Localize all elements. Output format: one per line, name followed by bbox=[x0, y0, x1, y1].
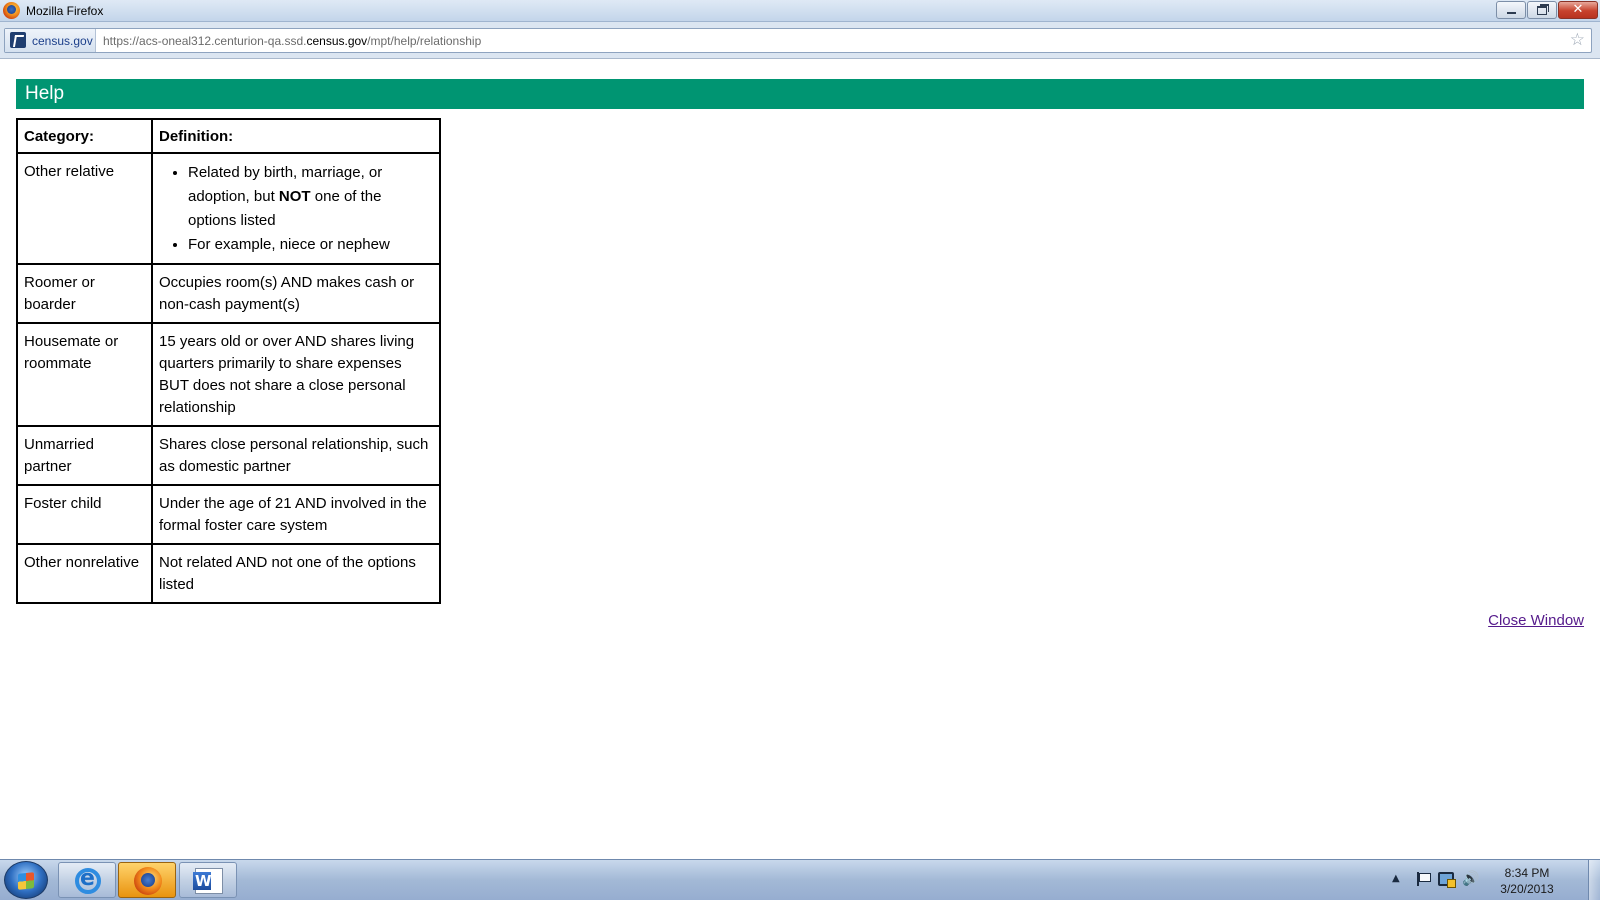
url-prefix: https://acs-oneal312.centurion-qa.ssd. bbox=[103, 34, 307, 48]
category-cell: Foster child bbox=[16, 484, 153, 545]
action-center-flag-icon[interactable] bbox=[1416, 872, 1431, 886]
windows-taskbar: ▲ 🔊 8:34 PM 3/20/2013 bbox=[0, 859, 1600, 900]
show-desktop-button[interactable] bbox=[1588, 860, 1600, 900]
site-identity-label: census.gov bbox=[32, 34, 93, 48]
close-button[interactable]: ✕ bbox=[1558, 1, 1598, 19]
category-cell: Other relative bbox=[16, 152, 153, 265]
internet-explorer-icon bbox=[75, 866, 101, 894]
window-controls: ✕ bbox=[1496, 1, 1598, 20]
category-cell: Unmarried partner bbox=[16, 425, 153, 486]
word-icon bbox=[193, 868, 223, 894]
table-row: Housemate or roommate 15 years old or ov… bbox=[16, 322, 441, 427]
site-favicon-icon bbox=[10, 32, 26, 48]
bullet-item: For example, niece or nephew bbox=[188, 233, 433, 257]
volume-icon[interactable]: 🔊 bbox=[1462, 871, 1479, 887]
url-text[interactable]: https://acs-oneal312.centurion-qa.ssd.ce… bbox=[103, 34, 481, 48]
definition-bullets: Related by birth, marriage, or adoption,… bbox=[188, 161, 433, 257]
table-row: Roomer or boarder Occupies room(s) AND m… bbox=[16, 263, 441, 324]
minimize-button[interactable] bbox=[1496, 1, 1526, 19]
taskbar-clock[interactable]: 8:34 PM 3/20/2013 bbox=[1492, 865, 1562, 897]
definition-cell: Occupies room(s) AND makes cash or non-c… bbox=[151, 263, 441, 324]
category-cell: Roomer or boarder bbox=[16, 263, 153, 324]
bullet-item: Related by birth, marriage, or adoption,… bbox=[188, 161, 433, 233]
navigation-toolbar: census.gov https://acs-oneal312.centurio… bbox=[0, 22, 1600, 59]
restore-button[interactable] bbox=[1527, 1, 1557, 19]
clock-time: 8:34 PM bbox=[1504, 866, 1550, 880]
site-identity-button[interactable]: census.gov bbox=[5, 29, 96, 52]
firefox-icon bbox=[134, 867, 162, 895]
definition-cell: Related by birth, marriage, or adoption,… bbox=[151, 152, 441, 265]
bookmark-star-icon[interactable]: ☆ bbox=[1570, 30, 1585, 50]
column-header-category: Category: bbox=[16, 118, 153, 154]
definitions-table: Category: Definition: Other relative Rel… bbox=[16, 118, 441, 604]
window-title: Mozilla Firefox bbox=[26, 4, 104, 18]
bullet-emphasis: NOT bbox=[278, 188, 311, 205]
table-row: Other nonrelative Not related AND not on… bbox=[16, 543, 441, 604]
show-hidden-icons-icon[interactable]: ▲ bbox=[1392, 873, 1400, 884]
url-path: /mpt/help/relationship bbox=[367, 34, 482, 48]
definition-cell: Under the age of 21 AND involved in the … bbox=[151, 484, 441, 545]
table-row: Unmarried partner Shares close personal … bbox=[16, 425, 441, 486]
help-header-bar: Help bbox=[16, 79, 1584, 109]
table-header-row: Category: Definition: bbox=[16, 118, 441, 154]
network-icon[interactable] bbox=[1438, 872, 1456, 888]
close-window-link[interactable]: Close Window bbox=[1488, 612, 1584, 629]
definition-cell: Not related AND not one of the options l… bbox=[151, 543, 441, 604]
system-tray: ▲ 🔊 8:34 PM 3/20/2013 bbox=[1356, 860, 1586, 900]
table-row: Other relative Related by birth, marriag… bbox=[16, 152, 441, 265]
category-cell: Other nonrelative bbox=[16, 543, 153, 604]
start-button[interactable] bbox=[4, 861, 48, 899]
definition-cell: Shares close personal relationship, such… bbox=[151, 425, 441, 486]
url-field[interactable]: census.gov https://acs-oneal312.centurio… bbox=[4, 28, 1592, 53]
taskbar-internet-explorer[interactable] bbox=[58, 862, 116, 898]
firefox-logo-icon bbox=[3, 2, 20, 19]
taskbar-word[interactable] bbox=[179, 862, 237, 898]
definition-cell: 15 years old or over AND shares living q… bbox=[151, 322, 441, 427]
column-header-definition: Definition: bbox=[151, 118, 441, 154]
table-row: Foster child Under the age of 21 AND inv… bbox=[16, 484, 441, 545]
url-domain: census.gov bbox=[306, 34, 368, 48]
close-icon: ✕ bbox=[1572, 2, 1584, 17]
page-content: Help Category: Definition: Other relativ… bbox=[0, 60, 1600, 859]
category-cell: Housemate or roommate bbox=[16, 322, 153, 427]
taskbar-firefox[interactable] bbox=[118, 862, 176, 898]
window-titlebar: Mozilla Firefox ✕ bbox=[0, 0, 1600, 22]
page-title: Help bbox=[25, 83, 65, 104]
clock-date: 3/20/2013 bbox=[1500, 882, 1554, 896]
